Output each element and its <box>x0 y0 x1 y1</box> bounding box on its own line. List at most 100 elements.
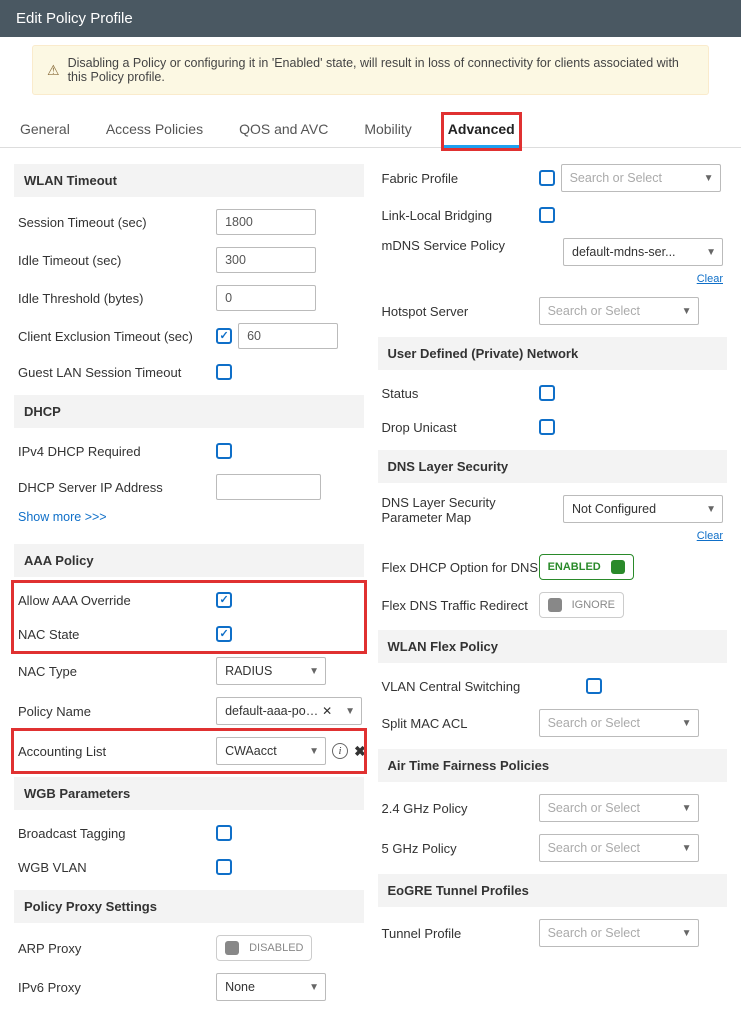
dns-param-map-select[interactable]: Not Configured ▼ <box>563 495 723 523</box>
show-more-link[interactable]: Show more >>> <box>14 506 111 530</box>
client-exclusion-timeout-input[interactable] <box>238 323 338 349</box>
section-policy-proxy: Policy Proxy Settings <box>14 890 364 923</box>
dns-param-map-label: DNS Layer Security Parameter Map <box>382 495 539 525</box>
ipv6-proxy-label: IPv6 Proxy <box>18 980 216 995</box>
row-dhcp-server-ip: DHCP Server IP Address <box>14 468 364 506</box>
flex-dns-redirect-toggle[interactable]: IGNORE <box>539 592 624 618</box>
row-mdns-service-policy: mDNS Service Policy default-mdns-ser... … <box>378 232 728 291</box>
section-dhcp: DHCP <box>14 395 364 428</box>
tunnel-profile-select[interactable]: Search or Select ▼ <box>539 919 699 947</box>
right-column: Fabric Profile Search or Select ▼ Link-L… <box>378 158 728 1007</box>
row-broadcast-tagging: Broadcast Tagging <box>14 816 364 850</box>
chevron-down-icon: ▼ <box>309 666 319 677</box>
row-vlan-central-switching: VLAN Central Switching <box>378 669 728 703</box>
dhcp-server-ip-label: DHCP Server IP Address <box>18 480 216 495</box>
vlan-central-switching-checkbox[interactable] <box>586 678 602 694</box>
dns-param-clear-link[interactable]: Clear <box>697 530 723 542</box>
idle-timeout-label: Idle Timeout (sec) <box>18 253 216 268</box>
split-mac-acl-select[interactable]: Search or Select ▼ <box>539 709 699 737</box>
accounting-list-value: CWAacct <box>225 744 277 758</box>
mdns-service-policy-select[interactable]: default-mdns-ser... ▼ <box>563 238 723 266</box>
broadcast-tagging-label: Broadcast Tagging <box>18 826 216 841</box>
nac-type-select[interactable]: RADIUS ▼ <box>216 657 326 685</box>
nac-type-label: NAC Type <box>18 664 216 679</box>
dhcp-server-ip-input[interactable] <box>216 474 321 500</box>
policy-name-select[interactable]: default-aaa-policy ✕ ▼ <box>216 697 362 725</box>
hotspot-server-label: Hotspot Server <box>382 304 539 319</box>
udpn-drop-unicast-checkbox[interactable] <box>539 419 555 435</box>
row-nac-type: NAC Type RADIUS ▼ <box>14 651 364 691</box>
row-udpn-drop-unicast: Drop Unicast <box>378 410 728 444</box>
tab-advanced[interactable]: Advanced <box>444 115 519 148</box>
24ghz-policy-placeholder: Search or Select <box>548 801 640 815</box>
session-timeout-input[interactable] <box>216 209 316 235</box>
5ghz-policy-placeholder: Search or Select <box>548 841 640 855</box>
row-allow-aaa-override: Allow AAA Override <box>14 583 364 617</box>
accounting-list-select[interactable]: CWAacct ▼ <box>216 737 326 765</box>
tab-mobility[interactable]: Mobility <box>360 115 415 147</box>
section-air-time-fairness: Air Time Fairness Policies <box>378 749 728 782</box>
row-accounting-list: Accounting List CWAacct ▼ i ✖ <box>14 731 364 771</box>
policy-name-clear-icon[interactable]: ✕ <box>322 704 332 718</box>
row-flex-dhcp-option: Flex DHCP Option for DNS ENABLED <box>378 548 728 586</box>
tab-access-policies[interactable]: Access Policies <box>102 115 207 147</box>
row-client-exclusion-timeout: Client Exclusion Timeout (sec) <box>14 317 364 355</box>
chevron-down-icon: ▼ <box>704 173 714 184</box>
udpn-drop-unicast-label: Drop Unicast <box>382 420 539 435</box>
wgb-vlan-label: WGB VLAN <box>18 860 216 875</box>
fabric-profile-checkbox[interactable] <box>539 170 555 186</box>
flex-dhcp-option-toggle[interactable]: ENABLED <box>539 554 634 580</box>
ipv4-dhcp-required-checkbox[interactable] <box>216 443 232 459</box>
dns-param-map-value: Not Configured <box>572 502 656 516</box>
nac-state-checkbox[interactable] <box>216 626 232 642</box>
ipv4-dhcp-required-label: IPv4 DHCP Required <box>18 444 216 459</box>
24ghz-policy-label: 2.4 GHz Policy <box>382 801 539 816</box>
flex-dhcp-option-value: ENABLED <box>548 561 601 573</box>
24ghz-policy-select[interactable]: Search or Select ▼ <box>539 794 699 822</box>
allow-aaa-override-checkbox[interactable] <box>216 592 232 608</box>
tab-general[interactable]: General <box>16 115 74 147</box>
chevron-down-icon: ▼ <box>706 247 716 258</box>
chevron-down-icon: ▼ <box>345 706 355 717</box>
section-wlan-timeout: WLAN Timeout <box>14 164 364 197</box>
flex-dhcp-option-label: Flex DHCP Option for DNS <box>382 560 539 575</box>
fabric-profile-select[interactable]: Search or Select ▼ <box>561 164 721 192</box>
5ghz-policy-select[interactable]: Search or Select ▼ <box>539 834 699 862</box>
mdns-clear-link[interactable]: Clear <box>697 273 723 285</box>
nac-type-value: RADIUS <box>225 664 272 678</box>
page-title: Edit Policy Profile <box>0 0 741 37</box>
chevron-down-icon: ▼ <box>309 746 319 757</box>
accounting-list-label: Accounting List <box>18 744 216 759</box>
client-exclusion-timeout-checkbox[interactable] <box>216 328 232 344</box>
arp-proxy-label: ARP Proxy <box>18 941 216 956</box>
idle-threshold-input[interactable] <box>216 285 316 311</box>
guest-lan-session-timeout-checkbox[interactable] <box>216 364 232 380</box>
hotspot-server-select[interactable]: Search or Select ▼ <box>539 297 699 325</box>
section-udpn: User Defined (Private) Network <box>378 337 728 370</box>
arp-proxy-toggle[interactable]: DISABLED <box>216 935 312 961</box>
tab-qos-avc[interactable]: QOS and AVC <box>235 115 332 147</box>
flex-dns-redirect-label: Flex DNS Traffic Redirect <box>382 598 539 613</box>
info-icon[interactable]: i <box>332 743 348 759</box>
ipv6-proxy-value: None <box>225 980 255 994</box>
guest-lan-session-timeout-label: Guest LAN Session Timeout <box>18 365 216 380</box>
fabric-profile-placeholder: Search or Select <box>570 171 662 185</box>
ipv6-proxy-select[interactable]: None ▼ <box>216 973 326 1001</box>
row-idle-threshold: Idle Threshold (bytes) <box>14 279 364 317</box>
row-idle-timeout: Idle Timeout (sec) <box>14 241 364 279</box>
row-session-timeout: Session Timeout (sec) <box>14 203 364 241</box>
link-local-bridging-checkbox[interactable] <box>539 207 555 223</box>
mdns-service-policy-value: default-mdns-ser... <box>572 245 676 259</box>
wgb-vlan-checkbox[interactable] <box>216 859 232 875</box>
row-tunnel-profile: Tunnel Profile Search or Select ▼ <box>378 913 728 953</box>
row-hotspot-server: Hotspot Server Search or Select ▼ <box>378 291 728 331</box>
udpn-status-checkbox[interactable] <box>539 385 555 401</box>
broadcast-tagging-checkbox[interactable] <box>216 825 232 841</box>
flex-dns-redirect-value: IGNORE <box>572 599 615 611</box>
row-arp-proxy: ARP Proxy DISABLED <box>14 929 364 967</box>
tabs: General Access Policies QOS and AVC Mobi… <box>0 105 741 148</box>
udpn-status-label: Status <box>382 386 539 401</box>
idle-timeout-input[interactable] <box>216 247 316 273</box>
row-flex-dns-redirect: Flex DNS Traffic Redirect IGNORE <box>378 586 728 624</box>
accounting-list-remove-icon[interactable]: ✖ <box>354 743 366 760</box>
